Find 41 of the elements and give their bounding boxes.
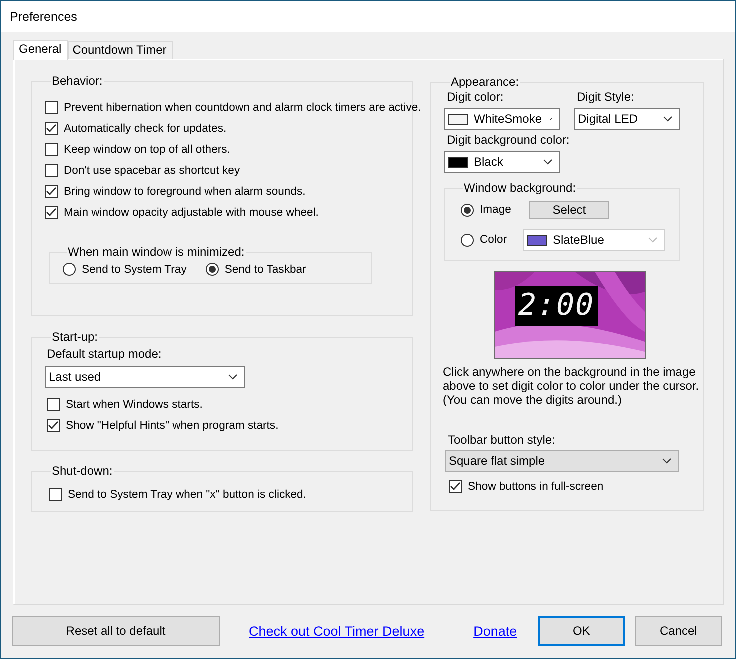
checkbox-label[interactable]: Bring window to foreground when alarm sounds. [64,186,306,198]
checkbox-label[interactable]: Send to System Tray when "x" button is clicked. [68,488,306,500]
window-title: Preferences [1,1,735,32]
tab[interactable]: Countdown Timer [68,41,173,59]
dialog-button[interactable]: Reset all to default [12,616,220,646]
clock-preview[interactable]: 2:00 [494,271,646,359]
dialog-button[interactable]: Cancel [635,616,722,646]
clock-digits[interactable]: 2:00 [515,286,598,326]
group-title: Window background: [463,181,578,195]
checkbox-label[interactable]: Show buttons in full-screen [468,480,604,492]
hint-text: Click anywhere on the background in the image above to set digit color to color under the cursor. (You can move the digits around.) [443,365,700,407]
checkbox-label[interactable]: Automatically check for updates. [64,122,227,134]
group-title: Start-up: [51,330,100,344]
tab[interactable]: General [13,40,68,60]
radio-label[interactable]: Image [480,204,512,216]
checkbox-label[interactable]: Don't use spacebar as shortcut key [64,164,240,176]
checkbox-label[interactable]: Prevent hibernation when countdown and alarm clock timers are active. [64,102,422,114]
checkbox-label[interactable]: Main window opacity adjustable with mouse wheel. [64,206,319,218]
field-label: Digit background color: [447,133,571,147]
startup-mode-dropdown[interactable]: Last used [45,366,245,388]
select-button[interactable]: Select [529,201,610,219]
field-label: Digit Style: [577,90,636,104]
link[interactable]: Check out Cool Timer Deluxe [249,624,425,638]
field-label: Digit color: [447,90,505,104]
digit-background-dropdown[interactable]: Black [444,151,560,173]
checkbox-label[interactable]: Show "Helpful Hints" when program starts. [66,420,279,432]
checkbox-label[interactable]: Keep window on top of all others. [64,144,230,156]
digit-style-dropdown[interactable]: Digital LED [574,108,680,130]
checkbox-label[interactable]: Start when Windows starts. [66,398,203,410]
digit-color-dropdown[interactable]: WhiteSmoke [444,108,560,130]
group-title: Behavior: [51,74,104,88]
group-title: Appearance: [450,75,520,89]
radio-label[interactable]: Send to Taskbar [224,264,306,276]
radio-label[interactable]: Send to System Tray [82,264,187,276]
field-label: Toolbar button style: [448,433,556,447]
group-title: When main window is minimized: [67,245,246,259]
link[interactable]: Donate [474,624,518,638]
group-title: Shut-down: [51,464,114,478]
field-label: Default startup mode: [47,347,163,361]
toolbar-style-dropdown[interactable]: Square flat simple [445,450,679,472]
dialog-button[interactable]: OK [538,616,626,646]
